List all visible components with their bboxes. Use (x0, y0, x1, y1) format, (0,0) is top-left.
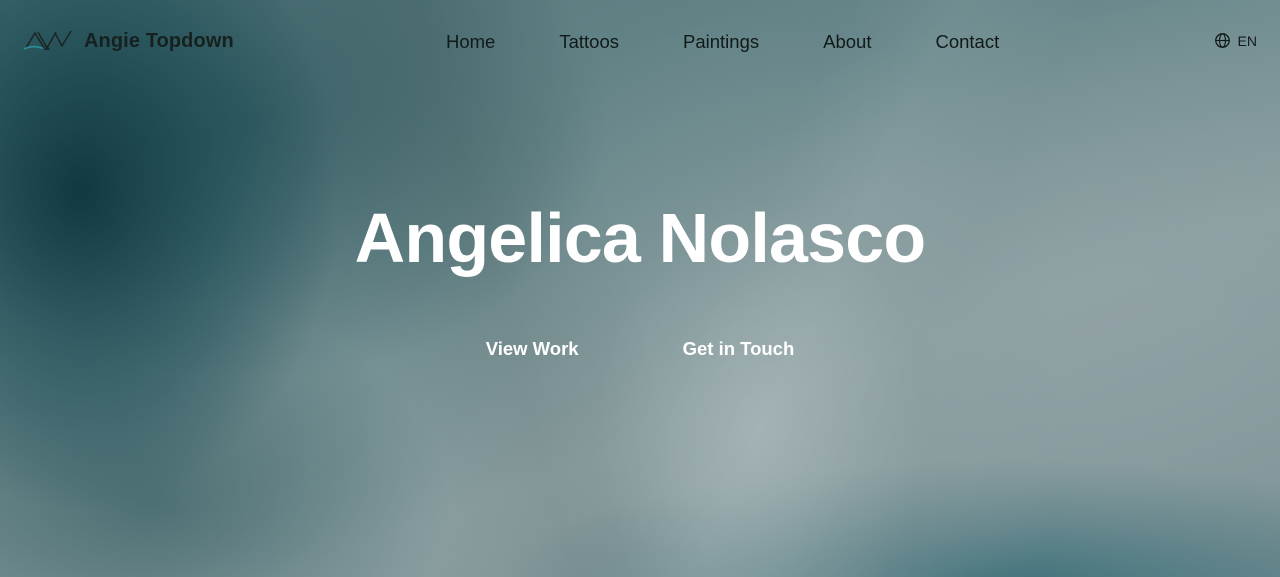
hero-title: Angelica Nolasco (354, 199, 927, 277)
hero-actions: View Work Get in Touch (0, 337, 1280, 361)
brand-logo-link[interactable]: Angie Topdown (24, 28, 234, 54)
globe-icon (1214, 33, 1230, 48)
nav-item-tattoos[interactable]: Tattoos (559, 30, 619, 54)
main-navigation: Home Tattoos Paintings About Contact (446, 30, 999, 54)
view-work-link[interactable]: View Work (486, 337, 579, 361)
nav-item-paintings[interactable]: Paintings (683, 30, 759, 54)
site-header: Angie Topdown Home Tattoos Paintings Abo… (0, 0, 1280, 84)
mountain-signature-logo-icon (24, 30, 72, 50)
nav-item-about[interactable]: About (823, 30, 871, 54)
get-in-touch-link[interactable]: Get in Touch (683, 337, 795, 361)
nav-item-home[interactable]: Home (446, 30, 495, 54)
brand-name: Angie Topdown (84, 29, 234, 52)
hero-background-image (0, 0, 1280, 577)
language-switcher[interactable]: EN (1214, 32, 1257, 49)
nav-item-contact[interactable]: Contact (935, 30, 999, 54)
language-label: EN (1237, 32, 1257, 49)
